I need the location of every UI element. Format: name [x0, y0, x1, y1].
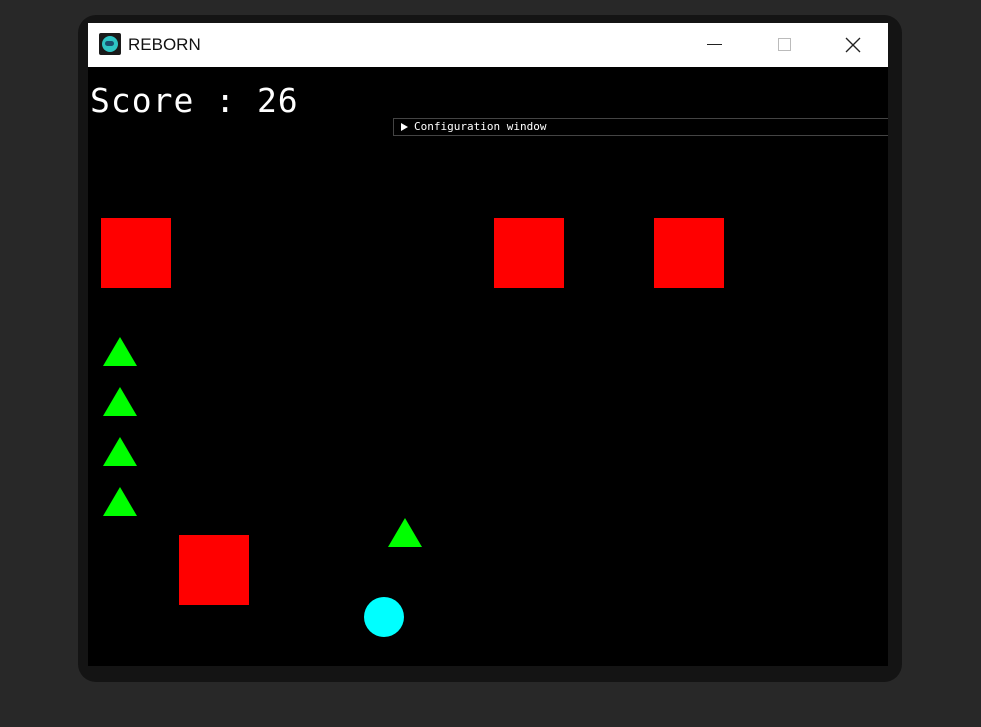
app-globe-icon [99, 33, 121, 55]
life-icon [103, 437, 137, 466]
enemy-block [494, 218, 564, 288]
life-icon [103, 337, 137, 366]
enemy-block [179, 535, 249, 605]
configuration-window-header[interactable]: Configuration window [393, 118, 888, 136]
close-button[interactable] [818, 23, 888, 67]
projectile [388, 518, 422, 547]
close-icon [845, 37, 861, 53]
score-label: Score : 26 [90, 81, 299, 120]
life-icon [103, 387, 137, 416]
collapse-arrow-icon [401, 123, 408, 131]
enemy-block [101, 218, 171, 288]
life-icon [103, 487, 137, 516]
window-title: REBORN [128, 35, 201, 54]
maximize-button[interactable] [749, 23, 819, 67]
title-bar[interactable]: REBORN [88, 23, 888, 67]
configuration-window-label: Configuration window [414, 120, 547, 133]
enemy-block [654, 218, 724, 288]
game-canvas[interactable]: Score : 26 Configuration window [88, 67, 888, 666]
minimize-button[interactable] [679, 23, 749, 67]
player-ball [364, 597, 404, 637]
